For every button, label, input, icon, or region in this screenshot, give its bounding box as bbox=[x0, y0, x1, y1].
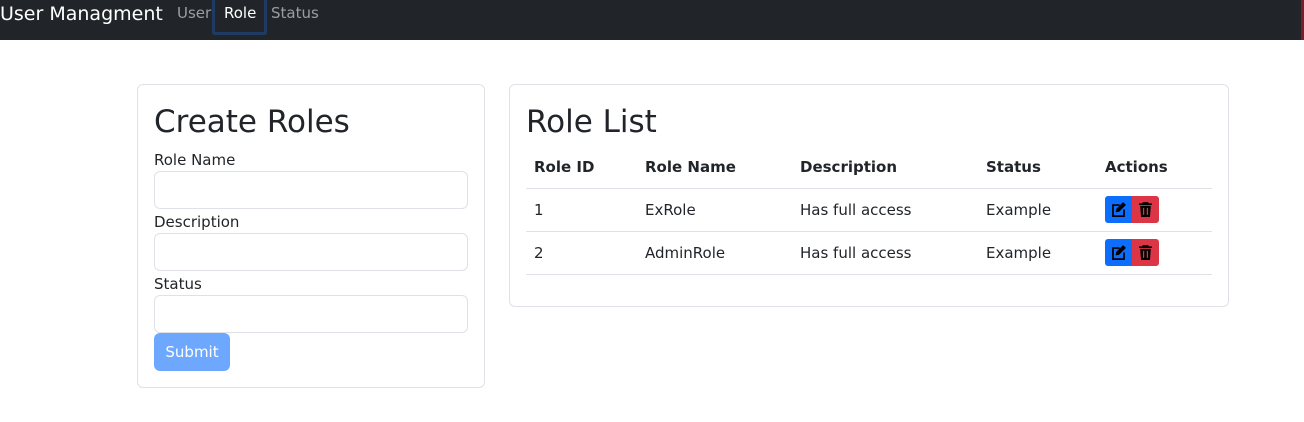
table-row: 2 AdminRole Has full access Example bbox=[526, 231, 1212, 275]
cell-description: Has full access bbox=[792, 188, 978, 232]
edit-button[interactable] bbox=[1105, 239, 1132, 266]
cell-actions bbox=[1097, 188, 1212, 232]
header-actions: Actions bbox=[1097, 147, 1212, 189]
nav-link-status[interactable]: Status bbox=[271, 3, 319, 23]
header-status: Status bbox=[978, 147, 1097, 189]
navbar-brand[interactable]: User Managment bbox=[0, 2, 163, 26]
cell-description: Has full access bbox=[792, 231, 978, 275]
cell-role-name: ExRole bbox=[637, 188, 792, 232]
cell-actions bbox=[1097, 231, 1212, 275]
cell-role-id: 2 bbox=[526, 231, 637, 275]
status-input[interactable] bbox=[154, 295, 468, 333]
header-description: Description bbox=[792, 147, 978, 189]
create-roles-card: Create Roles Role Name Description Statu… bbox=[137, 84, 485, 388]
description-label: Description bbox=[154, 213, 240, 231]
table-row: 1 ExRole Has full access Example bbox=[526, 188, 1212, 232]
role-list-card: Role List Role ID Role Name Description … bbox=[509, 84, 1229, 307]
edit-button[interactable] bbox=[1105, 196, 1132, 223]
cell-status: Example bbox=[978, 231, 1097, 275]
status-label: Status bbox=[154, 275, 202, 293]
nav-link-user[interactable]: User bbox=[177, 3, 211, 23]
description-input[interactable] bbox=[154, 233, 468, 271]
trash-icon bbox=[1139, 245, 1152, 260]
submit-button[interactable]: Submit bbox=[154, 333, 230, 371]
cell-role-name: AdminRole bbox=[637, 231, 792, 275]
navbar: User Managment User Role Status bbox=[0, 0, 1304, 40]
create-roles-title: Create Roles bbox=[154, 104, 350, 140]
role-list-title: Role List bbox=[526, 104, 657, 140]
header-role-id: Role ID bbox=[526, 147, 637, 189]
edit-icon bbox=[1112, 202, 1126, 217]
role-table: Role ID Role Name Description Status Act… bbox=[526, 147, 1212, 275]
role-name-input[interactable] bbox=[154, 171, 468, 209]
delete-button[interactable] bbox=[1132, 196, 1159, 223]
cell-role-id: 1 bbox=[526, 188, 637, 232]
nav-link-role[interactable]: Role bbox=[224, 3, 256, 23]
role-name-label: Role Name bbox=[154, 151, 236, 169]
table-header-row: Role ID Role Name Description Status Act… bbox=[526, 147, 1212, 189]
delete-button[interactable] bbox=[1132, 239, 1159, 266]
trash-icon bbox=[1139, 202, 1152, 217]
edit-icon bbox=[1112, 245, 1126, 260]
cell-status: Example bbox=[978, 188, 1097, 232]
header-role-name: Role Name bbox=[637, 147, 792, 189]
